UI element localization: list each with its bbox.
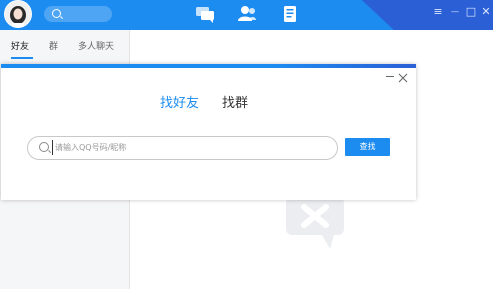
dialog-close-icon[interactable]	[397, 69, 409, 83]
title-bar: ≡ — □ ✕	[0, 0, 493, 30]
find-dialog: 找好友 找群 查找	[1, 64, 416, 200]
tab-friends[interactable]: 好友	[11, 39, 29, 52]
tab-find-groups[interactable]: 找群	[222, 92, 248, 111]
tab-multi-chat[interactable]: 多人聊天	[78, 39, 114, 52]
menu-icon[interactable]: ≡	[432, 5, 444, 19]
maximize-icon[interactable]: □	[465, 5, 477, 19]
dialog-minimize-icon[interactable]	[386, 76, 394, 77]
close-icon[interactable]: ✕	[480, 5, 492, 19]
qq-number-input[interactable]	[52, 140, 325, 155]
active-tab-indicator	[11, 57, 33, 59]
dialog-accent-bar	[1, 64, 416, 68]
contacts-icon[interactable]	[237, 5, 257, 23]
minimize-icon[interactable]: —	[449, 5, 461, 19]
find-search-box[interactable]	[27, 136, 338, 160]
tab-groups[interactable]: 群	[49, 39, 58, 52]
apps-icon[interactable]	[280, 5, 300, 23]
find-button[interactable]: 查找	[345, 138, 390, 156]
avatar[interactable]	[4, 0, 32, 28]
search-icon	[52, 9, 61, 18]
search-icon	[39, 142, 49, 152]
qq-watermark-icon	[284, 195, 346, 251]
messages-icon[interactable]	[195, 5, 215, 23]
tab-find-friends[interactable]: 找好友	[160, 92, 199, 111]
global-search-input[interactable]	[44, 6, 112, 22]
